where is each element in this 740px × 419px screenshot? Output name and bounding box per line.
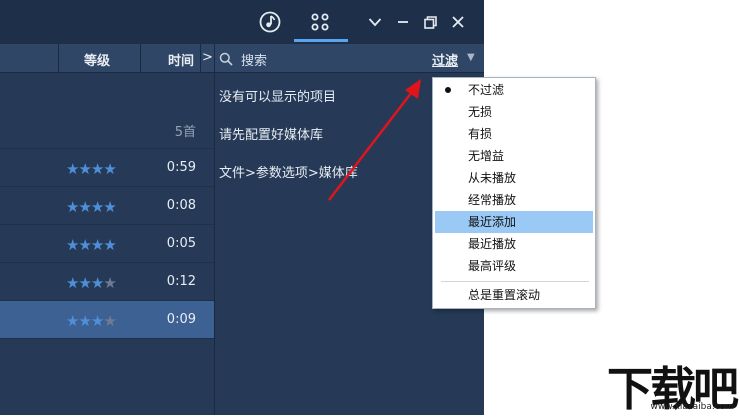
app-window: 等级 时间 > 搜索 过滤 ▼ 5首 ★★★★ 0:59 ★★★★ 0:08 ★★★★ 0… xyxy=(0,0,484,415)
menu-item[interactable]: 从未播放 xyxy=(435,167,593,189)
star-icon[interactable]: ★ xyxy=(91,236,104,254)
column-divider xyxy=(200,44,201,73)
column-rating[interactable]: 等级 xyxy=(84,50,110,69)
menu-item[interactable]: 经常播放 xyxy=(435,189,593,211)
title-bar xyxy=(0,0,484,44)
menu-item[interactable]: 最近播放 xyxy=(435,233,593,255)
rating-stars[interactable]: ★★★★ xyxy=(66,236,117,254)
star-icon[interactable]: ★ xyxy=(103,236,116,254)
radio-bullet-icon xyxy=(445,87,451,93)
table-row[interactable]: ★★★★ 0:12 xyxy=(0,263,214,301)
table-row[interactable]: ★★★★ 0:05 xyxy=(0,225,214,263)
filter-button[interactable]: 过滤 xyxy=(432,50,458,69)
menu-item-reset-scroll[interactable]: 总是重置滚动 xyxy=(435,284,593,306)
music-note-icon xyxy=(259,11,281,33)
star-icon[interactable]: ★ xyxy=(103,312,116,330)
restore-button[interactable] xyxy=(416,8,444,36)
close-button[interactable] xyxy=(444,8,472,36)
empty-message: 没有可以显示的项目 xyxy=(219,90,337,105)
filter-dropdown-arrow[interactable]: ▼ xyxy=(467,52,475,63)
menu-item-label: 最近播放 xyxy=(468,237,517,251)
star-icon[interactable]: ★ xyxy=(78,274,91,292)
chevron-down-icon xyxy=(368,18,382,27)
menu-item-label: 最高评级 xyxy=(468,259,517,273)
star-icon[interactable]: ★ xyxy=(103,198,116,216)
star-icon[interactable]: ★ xyxy=(66,274,79,292)
track-duration: 0:05 xyxy=(166,236,196,251)
rating-stars[interactable]: ★★★★ xyxy=(66,312,117,330)
rating-stars[interactable]: ★★★★ xyxy=(66,198,117,216)
column-time[interactable]: 时间 xyxy=(168,50,194,69)
tab-library[interactable] xyxy=(306,8,334,36)
menu-item-label: 无损 xyxy=(468,105,493,119)
track-duration: 0:08 xyxy=(166,198,196,213)
table-row[interactable]: ★★★★ 0:09 xyxy=(0,301,214,339)
minimize-button[interactable] xyxy=(389,8,417,36)
star-icon[interactable]: ★ xyxy=(78,236,91,254)
column-divider xyxy=(58,44,59,73)
menu-item[interactable]: 有损 xyxy=(435,123,593,145)
tab-music[interactable] xyxy=(256,8,284,36)
menu-item[interactable]: 不过滤 xyxy=(435,79,593,101)
menu-item-label: 有损 xyxy=(468,127,493,141)
menu-item[interactable]: 最高评级 xyxy=(435,255,593,277)
star-icon[interactable]: ★ xyxy=(66,198,79,216)
active-tab-indicator xyxy=(294,39,348,42)
star-icon[interactable]: ★ xyxy=(66,160,79,178)
column-more-button[interactable]: > xyxy=(202,50,213,65)
rating-stars[interactable]: ★★★★ xyxy=(66,274,117,292)
grid-icon xyxy=(311,13,329,31)
star-icon[interactable]: ★ xyxy=(103,160,116,178)
track-duration: 0:12 xyxy=(166,274,196,289)
star-icon[interactable]: ★ xyxy=(66,236,79,254)
star-icon[interactable]: ★ xyxy=(91,274,104,292)
star-icon[interactable]: ★ xyxy=(78,198,91,216)
star-icon[interactable]: ★ xyxy=(91,160,104,178)
config-hint: 请先配置好媒体库 xyxy=(219,128,324,143)
watermark-logo: 下载吧 www.xiazaiba.com xyxy=(600,355,740,416)
search-input[interactable]: 搜索 xyxy=(241,50,267,69)
table-row[interactable]: ★★★★ 0:08 xyxy=(0,187,214,225)
close-icon xyxy=(452,16,464,28)
track-duration: 0:09 xyxy=(166,312,196,327)
menu-item-label: 无增益 xyxy=(468,149,505,163)
restore-icon xyxy=(423,15,437,29)
rating-stars[interactable]: ★★★★ xyxy=(66,160,117,178)
filter-menu: 不过滤无损有损无增益从未播放经常播放最近添加最近播放最高评级 总是重置滚动 xyxy=(432,77,596,309)
star-icon[interactable]: ★ xyxy=(91,198,104,216)
star-icon[interactable]: ★ xyxy=(91,312,104,330)
menu-separator xyxy=(441,281,589,282)
menu-item-label: 从未播放 xyxy=(468,171,517,185)
column-divider xyxy=(140,44,141,73)
star-icon[interactable]: ★ xyxy=(66,312,79,330)
song-count: 5首 xyxy=(174,125,196,140)
menu-item-label: 经常播放 xyxy=(468,193,517,207)
menu-item-label: 不过滤 xyxy=(468,83,505,97)
star-icon[interactable]: ★ xyxy=(78,160,91,178)
song-list: 5首 ★★★★ 0:59 ★★★★ 0:08 ★★★★ 0:05 ★★★★ 0:12 ★★★★ 0… xyxy=(0,73,214,415)
star-icon[interactable]: ★ xyxy=(103,274,116,292)
menu-dropdown-button[interactable] xyxy=(361,8,389,36)
menu-item[interactable]: 最近添加 xyxy=(435,211,593,233)
menu-item[interactable]: 无增益 xyxy=(435,145,593,167)
table-row[interactable]: ★★★★ 0:59 xyxy=(0,149,214,187)
minimize-icon xyxy=(398,21,408,23)
menu-item-label: 最近添加 xyxy=(468,215,517,229)
watermark-url: www.xiazaiba.com xyxy=(650,402,734,412)
search-icon xyxy=(219,51,233,70)
menu-item[interactable]: 无损 xyxy=(435,101,593,123)
settings-path: 文件>参数选项>媒体库 xyxy=(219,166,358,181)
track-duration: 0:59 xyxy=(166,160,196,175)
star-icon[interactable]: ★ xyxy=(78,312,91,330)
